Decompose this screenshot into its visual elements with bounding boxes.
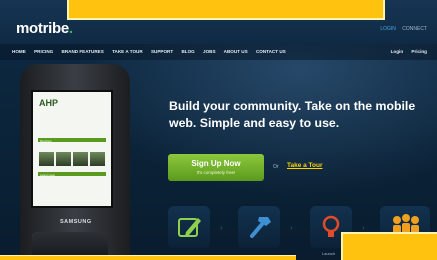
top-links: LOGIN CONNECT (375, 26, 427, 32)
redaction-box-bottom-right (341, 232, 437, 260)
thumbnail (39, 152, 54, 166)
top-link-connect[interactable]: CONNECT (402, 26, 427, 32)
take-a-tour-link[interactable]: Take a Tour (287, 162, 323, 169)
top-link-login[interactable]: LOGIN (380, 26, 396, 32)
feature-tile-bulb-label: Launch (322, 251, 336, 256)
phone-brand-label: SAMSUNG (60, 219, 92, 225)
nav-home[interactable]: HOME (12, 49, 26, 54)
nav-pricing-right[interactable]: Pricing (411, 49, 427, 54)
landing-page: motribe. LOGIN CONNECT HOME PRICING BRAN… (0, 0, 437, 260)
main-nav: HOME PRICING BRAND FEATURES TAKE A TOUR … (0, 44, 437, 60)
chevron-right-icon: › (290, 223, 293, 232)
phone-screen-bar-2-label: Latest news (40, 172, 55, 177)
feature-tile-pencil[interactable] (168, 206, 210, 248)
thumbnail (90, 152, 105, 166)
phone-screen-bar-label: Members (40, 138, 52, 143)
nav-login[interactable]: Login (391, 49, 404, 54)
chevron-right-icon: › (362, 223, 365, 232)
nav-brand-features[interactable]: BRAND FEATURES (62, 49, 104, 54)
nav-jobs[interactable]: JOBS (203, 49, 216, 54)
hammer-icon (250, 217, 271, 238)
or-label: Or (273, 164, 279, 170)
redaction-box-top (67, 0, 385, 20)
motribe-logo[interactable]: motribe. (16, 20, 73, 37)
phone-screen-thumbnails (39, 152, 105, 166)
redaction-box-bottom-left (0, 255, 296, 260)
nav-pricing[interactable]: PRICING (34, 49, 53, 54)
feature-tile-hammer[interactable] (238, 206, 280, 248)
nav-blog[interactable]: BLOG (181, 49, 194, 54)
sign-up-sublabel: It's completely free! (196, 170, 236, 175)
nav-support[interactable]: SUPPORT (151, 49, 173, 54)
thumbnail (56, 152, 71, 166)
nav-about-us[interactable]: ABOUT US (224, 49, 248, 54)
phone-screen: AHP Members Latest news (31, 90, 113, 208)
nav-contact-us[interactable]: CONTACT US (256, 49, 286, 54)
sign-up-button[interactable]: Sign Up Now It's completely free! (168, 154, 264, 181)
hero-headline: Build your community. Take on the mobile… (169, 99, 416, 130)
thumbnail (73, 152, 88, 166)
chevron-right-icon: › (220, 223, 223, 232)
pencil-icon (178, 218, 201, 237)
sign-up-label: Sign Up Now (191, 159, 241, 168)
phone-screen-logo: AHP (39, 98, 59, 108)
nav-take-a-tour[interactable]: TAKE A TOUR (112, 49, 143, 54)
